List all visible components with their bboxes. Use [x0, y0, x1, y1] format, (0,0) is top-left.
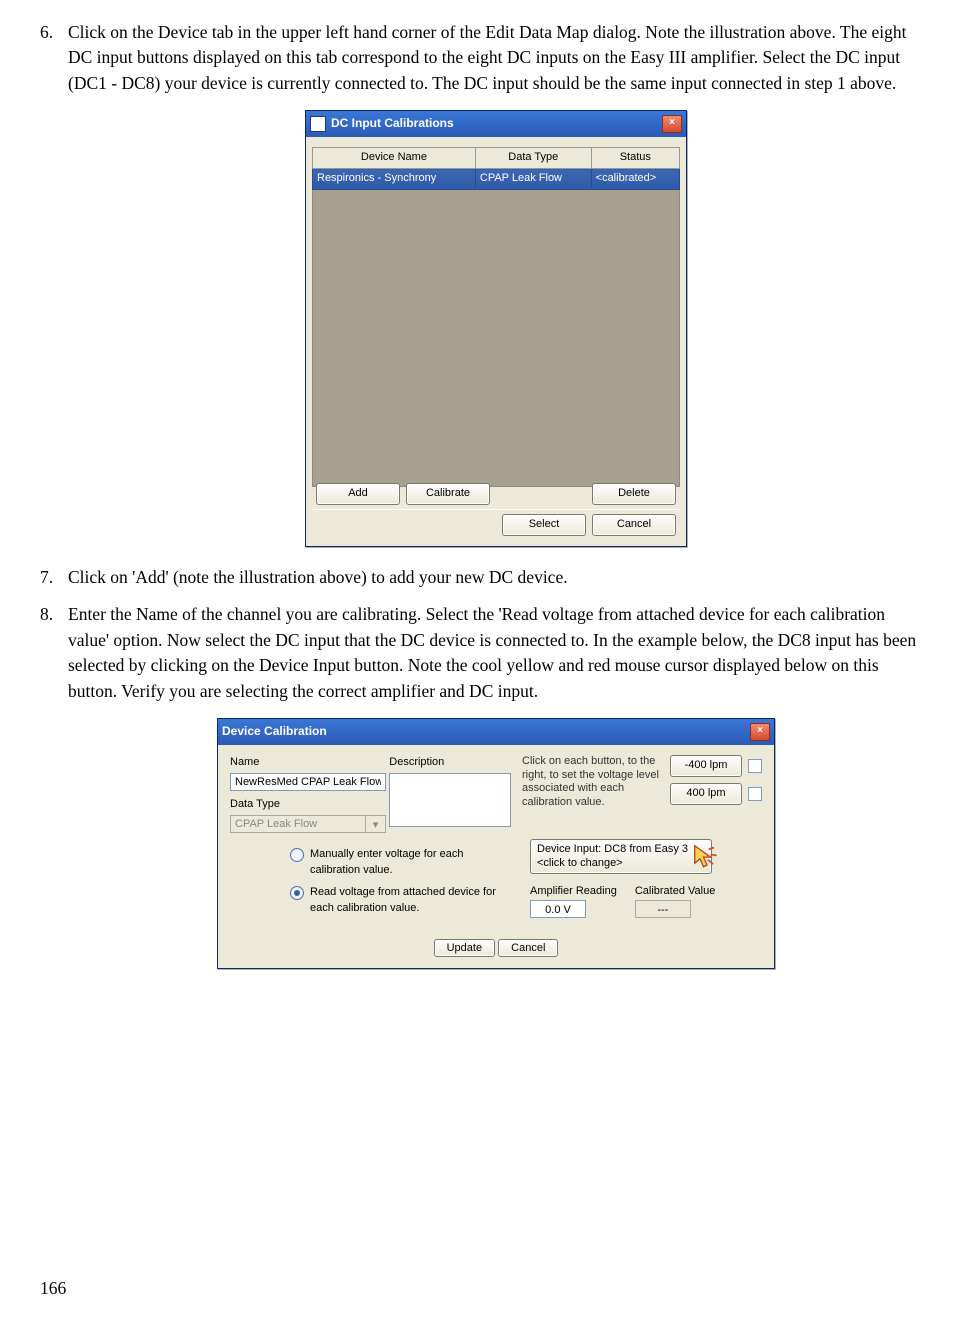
chevron-down-icon[interactable]: ▾ — [366, 815, 386, 833]
device-input-line1: Device Input: DC8 from Easy 3 — [537, 843, 688, 855]
data-type-select[interactable] — [230, 815, 366, 833]
table-row[interactable]: Respironics - Synchrony CPAP Leak Flow <… — [313, 169, 680, 190]
col-status[interactable]: Status — [591, 148, 679, 169]
step-7-text: Click on 'Add' (note the illustration ab… — [68, 567, 568, 587]
dialog2-titlebar: Device Calibration × — [218, 719, 774, 745]
step-7-number: 7. — [40, 565, 53, 590]
cancel-button[interactable]: Cancel — [592, 514, 676, 536]
step-8-number: 8. — [40, 602, 53, 627]
cal-value-value: --- — [635, 900, 691, 918]
cancel-button[interactable]: Cancel — [498, 939, 558, 957]
table-header-row: Device Name Data Type Status — [313, 148, 680, 169]
dc-input-calibrations-dialog: DC Input Calibrations × Device Name Data… — [305, 110, 687, 547]
device-input-line2: <click to change> — [537, 857, 623, 869]
radio-icon — [290, 848, 304, 862]
amp-reading-label: Amplifier Reading — [530, 884, 617, 900]
figure-1-wrap: DC Input Calibrations × Device Name Data… — [68, 110, 924, 547]
name-label: Name — [230, 755, 389, 771]
cursor-icon — [693, 844, 721, 872]
cal-value-label: Calibrated Value — [635, 884, 716, 900]
add-button[interactable]: Add — [316, 483, 400, 505]
col-data-type[interactable]: Data Type — [475, 148, 591, 169]
app-icon — [310, 116, 326, 132]
radio-manual[interactable]: Manually enter voltage for each calibrat… — [290, 847, 500, 879]
radio-icon — [290, 886, 304, 900]
step-8-text: Enter the Name of the channel you are ca… — [68, 604, 916, 700]
delete-button[interactable]: Delete — [592, 483, 676, 505]
high-limit-checkbox[interactable] — [748, 787, 762, 801]
instructions-text: Click on each button, to the right, to s… — [522, 755, 662, 833]
data-type-label: Data Type — [230, 797, 389, 813]
close-icon[interactable]: × — [750, 723, 770, 741]
page-number: 166 — [40, 1276, 66, 1301]
cell-data-type: CPAP Leak Flow — [475, 169, 591, 190]
device-input-button[interactable]: Device Input: DC8 from Easy 3 <click to … — [530, 839, 712, 875]
update-button[interactable]: Update — [434, 939, 495, 957]
low-limit-button[interactable]: -400 lpm — [670, 755, 742, 777]
dialog1-title: DC Input Calibrations — [331, 115, 454, 132]
select-button[interactable]: Select — [502, 514, 586, 536]
step-6-text: Click on the Device tab in the upper lef… — [68, 22, 906, 93]
description-label: Description — [389, 755, 522, 771]
device-calibration-dialog: Device Calibration × Name Data Type ▾ — [217, 718, 775, 970]
device-list-table: Device Name Data Type Status Respironics… — [312, 147, 680, 475]
radio-read[interactable]: Read voltage from attached device for ea… — [290, 885, 500, 917]
step-6: 6. Click on the Device tab in the upper … — [40, 20, 924, 547]
cell-device-name: Respironics - Synchrony — [313, 169, 476, 190]
step-6-number: 6. — [40, 20, 53, 45]
high-limit-button[interactable]: 400 lpm — [670, 783, 742, 805]
col-device-name[interactable]: Device Name — [313, 148, 476, 169]
step-7: 7. Click on 'Add' (note the illustration… — [40, 565, 924, 590]
low-limit-checkbox[interactable] — [748, 759, 762, 773]
list-empty-area[interactable] — [312, 190, 680, 487]
figure-2-wrap: Device Calibration × Name Data Type ▾ — [68, 718, 924, 970]
name-input[interactable] — [230, 773, 386, 791]
dialog1-titlebar: DC Input Calibrations × — [306, 111, 686, 137]
calibrate-button[interactable]: Calibrate — [406, 483, 490, 505]
step-8: 8. Enter the Name of the channel you are… — [40, 602, 924, 969]
radio-manual-label: Manually enter voltage for each calibrat… — [310, 847, 500, 879]
voltage-source-radiogroup: Manually enter voltage for each calibrat… — [290, 847, 500, 923]
radio-read-label: Read voltage from attached device for ea… — [310, 885, 500, 917]
description-textarea[interactable] — [389, 773, 511, 827]
cell-status: <calibrated> — [591, 169, 679, 190]
dialog2-title: Device Calibration — [222, 723, 327, 740]
close-icon[interactable]: × — [662, 115, 682, 133]
amp-reading-value: 0.0 V — [530, 900, 586, 918]
